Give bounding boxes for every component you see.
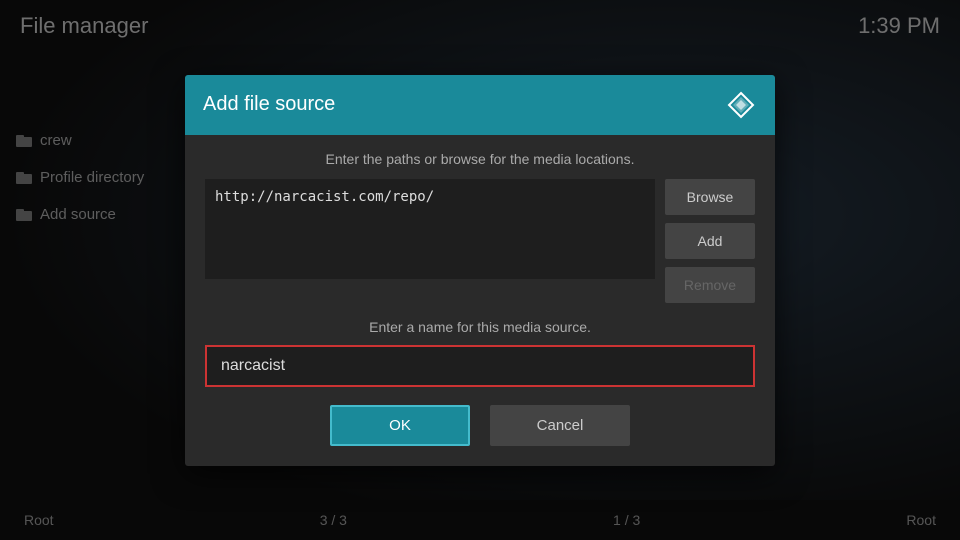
kodi-logo-icon bbox=[725, 89, 757, 121]
url-textarea[interactable] bbox=[205, 179, 655, 279]
add-button[interactable]: Add bbox=[665, 223, 755, 259]
url-buttons: Browse Add Remove bbox=[665, 179, 755, 303]
remove-button[interactable]: Remove bbox=[665, 267, 755, 303]
dialog-body: Enter the paths or browse for the media … bbox=[185, 135, 775, 466]
name-input[interactable] bbox=[207, 347, 753, 385]
paths-instruction: Enter the paths or browse for the media … bbox=[205, 151, 755, 167]
dialog-header: Add file source bbox=[185, 75, 775, 135]
cancel-button[interactable]: Cancel bbox=[490, 405, 630, 446]
url-section: Browse Add Remove bbox=[205, 179, 755, 303]
browse-button[interactable]: Browse bbox=[665, 179, 755, 215]
dialog-actions: OK Cancel bbox=[205, 405, 755, 446]
name-instruction: Enter a name for this media source. bbox=[205, 319, 755, 335]
name-input-wrapper bbox=[205, 345, 755, 387]
dialog-overlay: Add file source Enter the paths or brows… bbox=[0, 0, 960, 540]
add-file-source-dialog: Add file source Enter the paths or brows… bbox=[185, 75, 775, 466]
ok-button[interactable]: OK bbox=[330, 405, 470, 446]
dialog-title: Add file source bbox=[203, 93, 335, 116]
